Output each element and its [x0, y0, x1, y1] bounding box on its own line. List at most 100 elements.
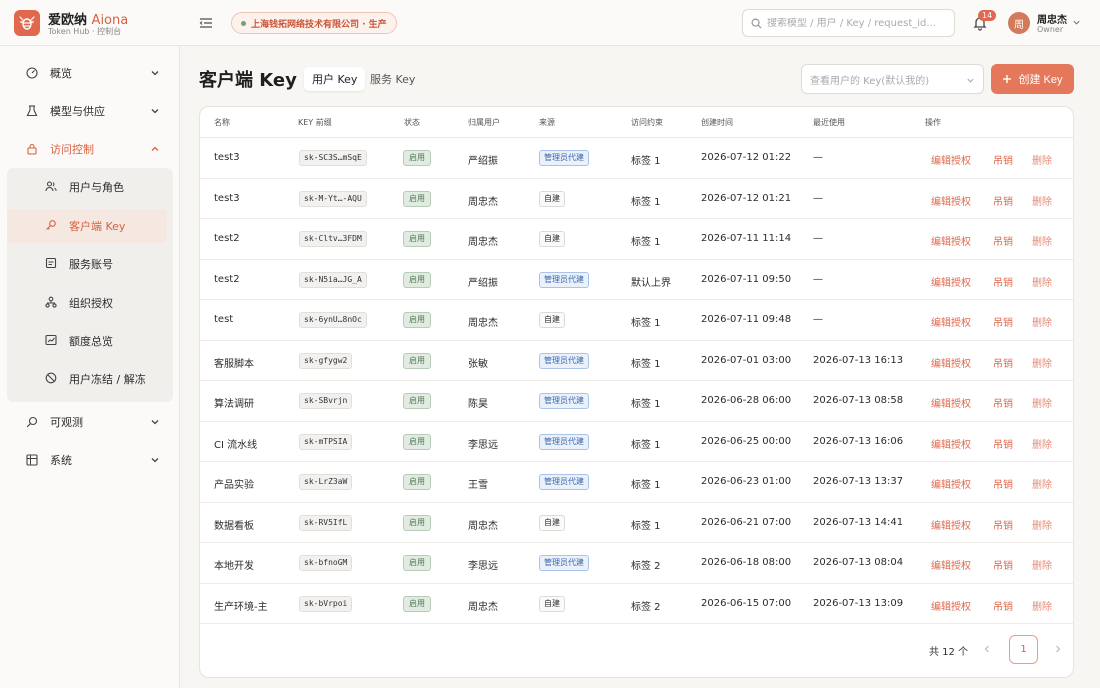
delete-link[interactable]: 删除: [1032, 193, 1052, 208]
column-header-last-used[interactable]: 最近使用: [813, 117, 845, 128]
keys-table: 名称 KEY 前缀 状态 归属用户 来源 访问约束 创建时间 最近使用 操作 t…: [199, 106, 1074, 678]
edit-grant-link[interactable]: 编辑授权: [931, 355, 971, 370]
sidebar-item-service-accounts[interactable]: 服务账号: [7, 247, 167, 281]
org-switcher[interactable]: 上海钱拓网络技术有限公司 · 生产: [231, 12, 397, 34]
delete-link[interactable]: 删除: [1032, 314, 1052, 329]
revoke-link[interactable]: 吊销: [993, 314, 1013, 329]
sidebar-item-models[interactable]: 模型与供应: [14, 95, 174, 127]
edit-grant-link[interactable]: 编辑授权: [931, 395, 971, 410]
revoke-link[interactable]: 吊销: [993, 193, 1013, 208]
revoke-link[interactable]: 吊销: [993, 476, 1013, 491]
page-title: 客户端 Key: [199, 70, 297, 91]
search-input[interactable]: [766, 17, 946, 29]
created-time: 2026-07-12 01:22: [701, 152, 792, 163]
table-row: 算法调研 sk-SBvrjn 启用 陈昊 管理员代建 标签 1 2026-06-28 06:…: [200, 381, 1073, 422]
sidebar-item-overview[interactable]: 概览: [14, 57, 174, 89]
edit-grant-link[interactable]: 编辑授权: [931, 233, 971, 248]
sidebar-item-quota-overview[interactable]: 额度总览: [7, 324, 167, 358]
chevron-left-icon[interactable]: [982, 644, 992, 654]
column-header-constraint[interactable]: 访问约束: [631, 117, 663, 128]
menu-collapse-icon: [199, 18, 212, 28]
avatar[interactable]: 周: [1008, 12, 1030, 34]
owner-name: 周忠杰: [468, 520, 498, 532]
tab-user-keys[interactable]: 用户 Key: [304, 67, 366, 91]
magnifier-icon: [26, 416, 38, 428]
user-name[interactable]: 周忠杰: [1037, 11, 1067, 26]
sidebar-item-system[interactable]: 系统: [14, 444, 174, 476]
delete-link[interactable]: 删除: [1032, 233, 1052, 248]
sidebar-item-label: 客户端 Key: [69, 220, 126, 233]
revoke-link[interactable]: 吊销: [993, 517, 1013, 532]
page-number-button[interactable]: 1: [1009, 635, 1038, 664]
revoke-link[interactable]: 吊销: [993, 598, 1013, 613]
sidebar-item-user-freeze[interactable]: 用户冻结 / 解冻: [7, 362, 167, 396]
column-header-owner[interactable]: 归属用户: [468, 117, 500, 128]
edit-grant-link[interactable]: 编辑授权: [931, 436, 971, 451]
user-role: Owner: [1037, 25, 1064, 34]
sidebar-item-observability[interactable]: 可观测: [14, 406, 174, 438]
owner-filter-placeholder: 查看用户的 Key(默认我的): [810, 75, 930, 87]
owner-filter-select[interactable]: 查看用户的 Key(默认我的): [801, 64, 984, 94]
sidebar-item-client-keys[interactable]: 客户端 Key: [7, 209, 167, 243]
edit-grant-link[interactable]: 编辑授权: [931, 314, 971, 329]
ban-icon: [45, 372, 57, 384]
delete-link[interactable]: 删除: [1032, 476, 1052, 491]
total-count: 共 12 个: [929, 647, 969, 658]
chevron-right-icon[interactable]: [1053, 644, 1063, 654]
edit-grant-link[interactable]: 编辑授权: [931, 476, 971, 491]
delete-link[interactable]: 删除: [1032, 274, 1052, 289]
delete-link[interactable]: 删除: [1032, 557, 1052, 572]
key-prefix: sk-bVrpoi: [299, 595, 353, 612]
column-header-created[interactable]: 创建时间: [701, 117, 733, 128]
notification-count-badge: 14: [978, 10, 997, 21]
chevron-down-icon: [151, 458, 159, 463]
column-header-name[interactable]: 名称: [214, 117, 230, 128]
app-logo[interactable]: [14, 10, 40, 36]
revoke-link[interactable]: 吊销: [993, 557, 1013, 572]
owner-name: 严绍振: [468, 156, 498, 167]
sidebar-item-org-grants[interactable]: 组织授权: [7, 286, 167, 320]
revoke-link[interactable]: 吊销: [993, 436, 1013, 451]
revoke-link[interactable]: 吊销: [993, 395, 1013, 410]
org-label: 上海钱拓网络技术有限公司 · 生产: [251, 19, 387, 30]
delete-link[interactable]: 删除: [1032, 517, 1052, 532]
key-name: 生产环境-主: [214, 601, 268, 613]
tab-service-keys[interactable]: 服务 Key: [362, 67, 423, 91]
column-header-key-prefix[interactable]: KEY 前缀: [298, 117, 332, 128]
delete-link[interactable]: 删除: [1032, 355, 1052, 370]
revoke-link[interactable]: 吊销: [993, 274, 1013, 289]
edit-grant-link[interactable]: 编辑授权: [931, 274, 971, 289]
created-time: 2026-06-28 06:00: [701, 395, 792, 406]
sidebar-item-access-control[interactable]: 访问控制: [14, 133, 174, 165]
edit-grant-link[interactable]: 编辑授权: [931, 557, 971, 572]
create-key-button[interactable]: 创建 Key: [991, 64, 1074, 94]
owner-name: 李思远: [468, 439, 498, 451]
owner-name: 周忠杰: [468, 196, 498, 208]
sidebar-toggle-button[interactable]: [198, 15, 214, 31]
delete-link[interactable]: 删除: [1032, 598, 1052, 613]
create-key-label: 创建 Key: [1018, 74, 1063, 86]
column-header-source[interactable]: 来源: [539, 117, 555, 128]
edit-grant-link[interactable]: 编辑授权: [931, 193, 971, 208]
delete-link[interactable]: 删除: [1032, 395, 1052, 410]
revoke-link[interactable]: 吊销: [993, 152, 1013, 167]
status-badge: 启用: [403, 474, 431, 490]
revoke-link[interactable]: 吊销: [993, 355, 1013, 370]
status-badge: 启用: [403, 150, 431, 166]
last-used-time: 2026-07-13 16:06: [813, 435, 904, 447]
edit-grant-link[interactable]: 编辑授权: [931, 517, 971, 532]
source-badge: 管理员代建: [539, 271, 589, 288]
edit-grant-link[interactable]: 编辑授权: [931, 598, 971, 613]
revoke-link[interactable]: 吊销: [993, 233, 1013, 248]
key-name: test2: [214, 233, 240, 244]
edit-grant-link[interactable]: 编辑授权: [931, 152, 971, 167]
chevron-down-icon[interactable]: [1072, 18, 1081, 27]
sidebar-item-label: 用户冻结 / 解冻: [69, 373, 146, 386]
sidebar-item-users-roles[interactable]: 用户与角色: [7, 170, 167, 204]
column-header-status[interactable]: 状态: [404, 117, 420, 128]
delete-link[interactable]: 删除: [1032, 436, 1052, 451]
delete-link[interactable]: 删除: [1032, 152, 1052, 167]
global-search[interactable]: [742, 9, 955, 37]
created-time: 2026-07-11 11:14: [701, 233, 792, 244]
sidebar-item-label: 组织授权: [69, 297, 113, 310]
